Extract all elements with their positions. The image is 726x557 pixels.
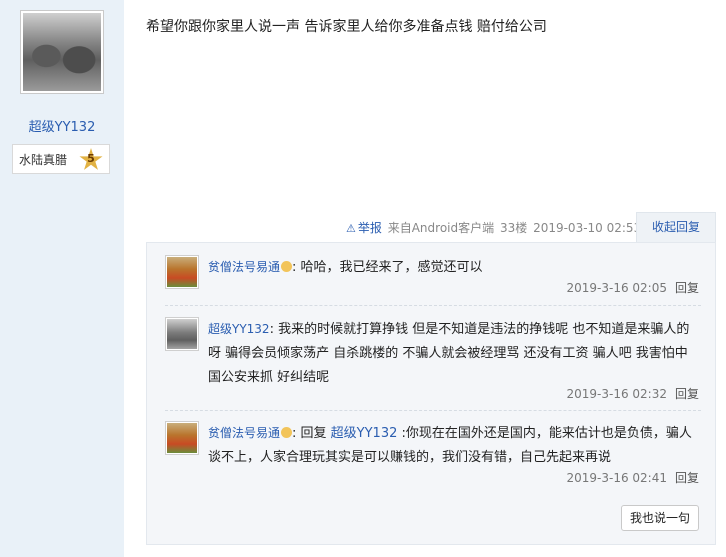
reply-divider bbox=[165, 305, 701, 307]
reply-time: 2019-3-16 02:32 bbox=[566, 387, 667, 401]
author-sidebar: 超级YY132 水陆真腊 5 bbox=[0, 0, 124, 557]
monk-avatar-image bbox=[167, 423, 197, 453]
author-medal: 水陆真腊 5 bbox=[12, 144, 110, 174]
reply-button[interactable]: 回复 bbox=[675, 281, 699, 295]
reply-divider bbox=[165, 410, 701, 412]
medal-label: 水陆真腊 bbox=[19, 153, 68, 167]
car-interior-image bbox=[23, 13, 101, 91]
reply-button[interactable]: 回复 bbox=[675, 471, 699, 485]
post-content: 希望你跟你家里人说一声 告诉家里人给你多准备点钱 赔付给公司 bbox=[146, 19, 547, 35]
reply-panel: 贫僧法号易通 : 哈哈，我已经来了，感觉还可以 2019-3-16 02:05 回复… bbox=[146, 242, 716, 545]
author-username[interactable]: 超级YY132 bbox=[0, 116, 124, 135]
reply-body: 贫僧法号易通: 回复 超级YY132 :你现在在国外还是国内，能来估计也是负债，… bbox=[208, 421, 698, 470]
car-avatar-image bbox=[167, 319, 197, 349]
reply-prefix: : 回复 bbox=[292, 426, 331, 441]
reply-mention[interactable]: 超级YY132 bbox=[331, 426, 398, 441]
post-timestamp: 2019-03-10 02:53 bbox=[533, 221, 642, 235]
reply-avatar[interactable] bbox=[165, 421, 199, 455]
reply-body: 超级YY132: 我来的时候就打算挣钱 但是不知道是违法的挣钱呢 也不知道是来骗… bbox=[208, 317, 698, 390]
warning-icon: ⚠ bbox=[346, 222, 356, 235]
smile-emoji-icon bbox=[281, 427, 293, 438]
reply-username[interactable]: 贫僧法号易通 bbox=[208, 426, 280, 440]
reply-text: : 哈哈，我已经来了，感觉还可以 bbox=[292, 260, 483, 275]
report-link[interactable]: 举报 bbox=[358, 221, 382, 235]
reply-meta: 2019-3-16 02:32 回复 bbox=[566, 385, 699, 402]
reply-username[interactable]: 超级YY132 bbox=[208, 322, 270, 336]
reply-avatar[interactable] bbox=[165, 317, 199, 351]
client-source: 来自Android客户端 bbox=[387, 221, 495, 235]
post-meta: ⚠ 举报 来自Android客户端 33楼 2019-03-10 02:53 bbox=[346, 219, 643, 236]
monk-avatar-image bbox=[167, 257, 197, 287]
collapse-replies-tab[interactable]: 收起回复 bbox=[636, 212, 716, 242]
floor-number: 33楼 bbox=[499, 221, 528, 235]
reply-button[interactable]: 回复 bbox=[675, 387, 699, 401]
smile-emoji-icon bbox=[281, 261, 293, 272]
reply-time: 2019-3-16 02:41 bbox=[566, 471, 667, 485]
say-something-button[interactable]: 我也说一句 bbox=[621, 505, 699, 531]
reply-meta: 2019-3-16 02:05 回复 bbox=[566, 279, 699, 296]
author-avatar[interactable] bbox=[20, 10, 104, 94]
reply-username[interactable]: 贫僧法号易通 bbox=[208, 260, 280, 274]
medal-level: 5 bbox=[87, 152, 95, 165]
reply-body: 贫僧法号易通 : 哈哈，我已经来了，感觉还可以 bbox=[208, 255, 698, 280]
reply-avatar[interactable] bbox=[165, 255, 199, 289]
reply-text: : 我来的时候就打算挣钱 但是不知道是违法的挣钱呢 也不知道是来骗人的呀 骗得会… bbox=[208, 322, 690, 385]
reply-meta: 2019-3-16 02:41 回复 bbox=[566, 469, 699, 486]
reply-time: 2019-3-16 02:05 bbox=[566, 281, 667, 295]
